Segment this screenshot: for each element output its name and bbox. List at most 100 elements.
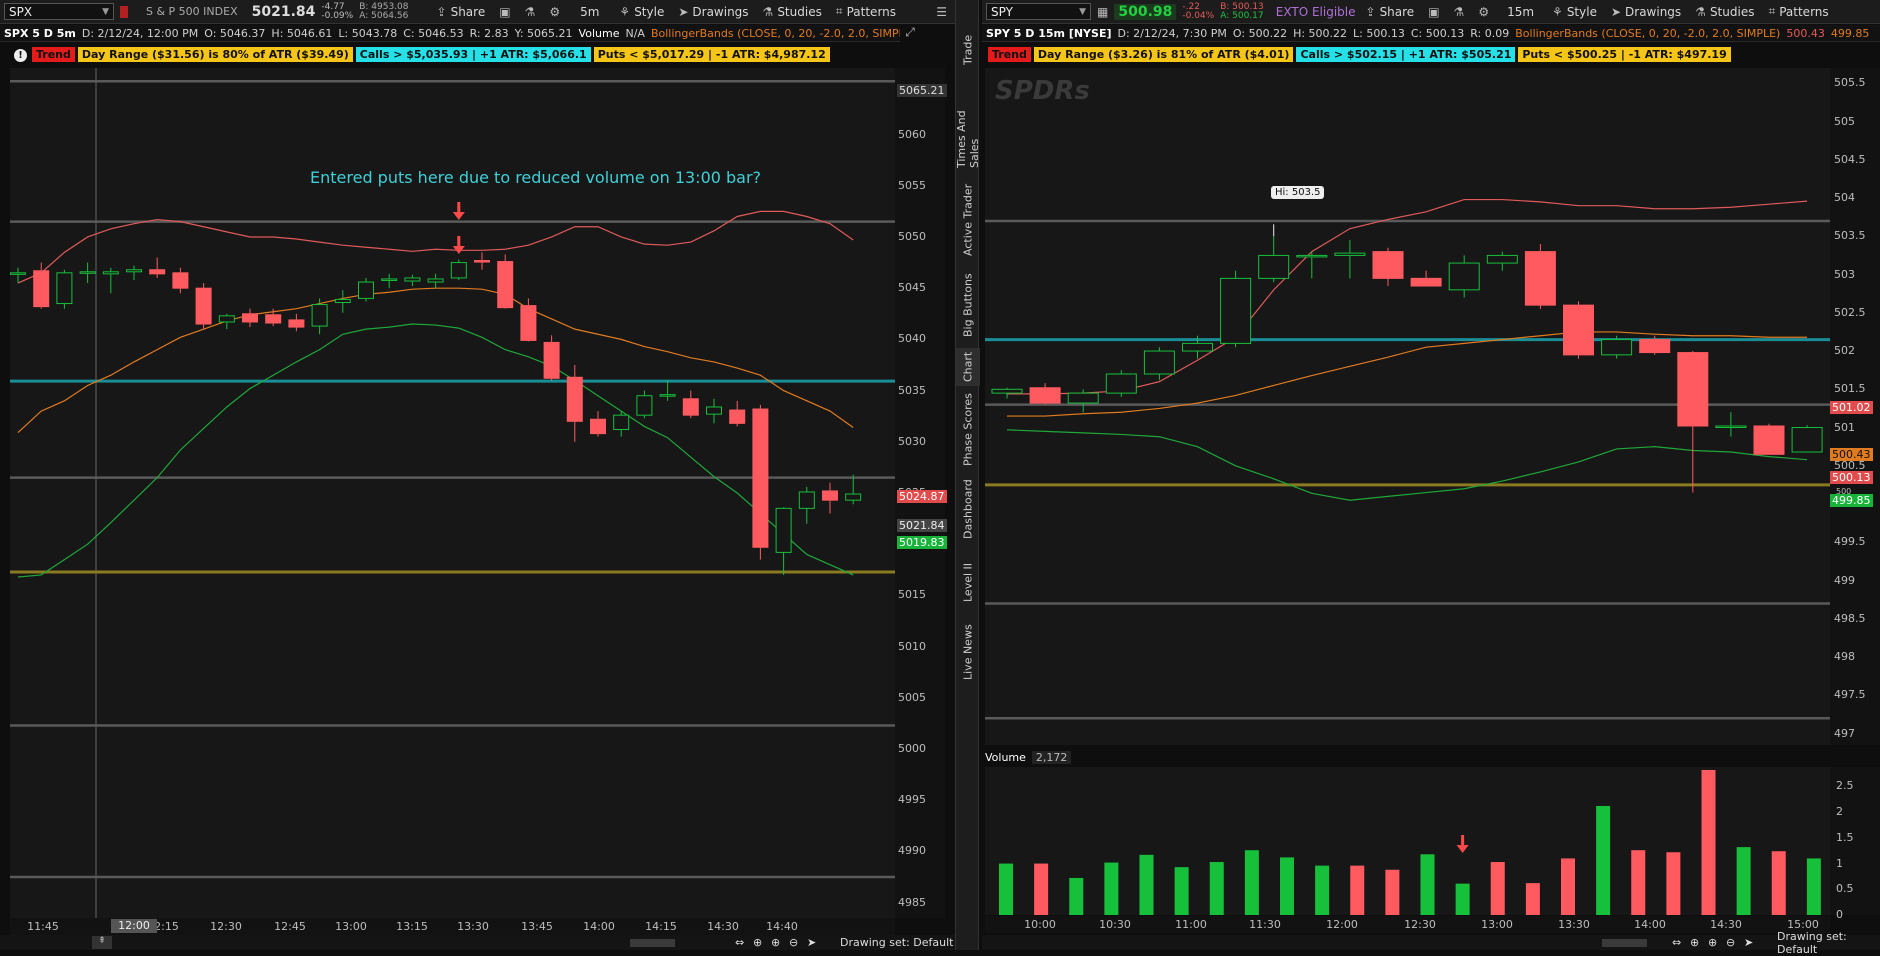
left-price-chart[interactable]	[10, 68, 895, 918]
left-cursor-icon[interactable]: ➤	[807, 936, 816, 949]
left-gear-button[interactable]: ⚙	[545, 2, 564, 22]
right-dayrange-tag: Day Range ($3.26) is 81% of ATR ($4.01)	[1033, 47, 1294, 62]
left-price-tick: 5040	[898, 332, 926, 346]
right-price-tick: 505.5	[1834, 76, 1866, 90]
left-crosshair-icon[interactable]: ⊕	[753, 936, 762, 949]
right-price-tick: 497.5	[1834, 688, 1866, 702]
right-candle-body	[1029, 387, 1061, 404]
right-zoom-out-icon[interactable]: ⊖	[1726, 936, 1735, 949]
left-candle-body	[613, 414, 630, 431]
right-share-button[interactable]: ⇪ Share	[1362, 2, 1419, 22]
right-price-tick: 501.5	[1834, 382, 1866, 396]
share-icon: ⇪	[436, 4, 447, 19]
right-price-chart[interactable]	[985, 68, 1830, 745]
sidebar-tab-active-trader[interactable]: Active Trader	[956, 180, 980, 260]
left-price-axis[interactable]: 5060505550505045504050355030502550205015…	[895, 68, 947, 918]
left-candle-body	[404, 277, 421, 282]
left-candle-body	[775, 507, 792, 553]
left-candle-body	[149, 269, 166, 275]
right-studies-button[interactable]: ⚗ Studies	[1691, 2, 1758, 22]
sidebar-tab-chart[interactable]: Chart	[956, 348, 980, 386]
right-bb1: 500.43	[1786, 26, 1825, 40]
left-studies-button[interactable]: ⚗ Studies	[759, 2, 826, 22]
left-scrollbar[interactable]	[630, 938, 675, 947]
right-pan-icon[interactable]: ⇔	[1672, 936, 1681, 949]
left-pan-icon[interactable]: ⇔	[735, 936, 744, 949]
right-chart-area[interactable]: SPDRs Hi: 503.5	[985, 68, 1830, 745]
right-grid-icon[interactable]: ▦	[1097, 5, 1108, 19]
right-candle-body	[1448, 262, 1480, 291]
left-time-tick: 13:30	[457, 920, 489, 933]
sidebar-tab-trade[interactable]: Trade	[956, 30, 980, 70]
left-volume-label: Volume	[578, 26, 620, 40]
right-candle-body	[1715, 425, 1747, 429]
left-candle-body	[450, 262, 467, 279]
left-symbol-selector[interactable]: SPX ▼	[4, 3, 114, 20]
right-zoom-in-icon[interactable]: ⊕	[1708, 936, 1717, 949]
right-candle-body	[1067, 392, 1099, 404]
left-grid-button[interactable]: ▣	[495, 2, 514, 22]
left-close: C: 5046.53	[403, 26, 464, 40]
left-zoom-in-icon[interactable]: ⊕	[771, 936, 780, 949]
right-patterns-button[interactable]: ⌗ Patterns	[1764, 2, 1832, 22]
left-time-axis[interactable]: 11:45 12:15 12:30 12:45 13:00 13:15 13:30 13:45…	[10, 918, 895, 935]
left-flask-button[interactable]: ⚗	[521, 2, 540, 22]
right-time-tick: 12:00	[1326, 918, 1358, 931]
left-candle-body	[172, 272, 189, 289]
volume-area[interactable]	[985, 767, 1830, 915]
left-style-button[interactable]: ⚘ Style	[615, 2, 668, 22]
left-bidask-block: B: 4953.08 A: 5064.56	[359, 2, 408, 21]
left-candle-body	[474, 260, 490, 263]
left-price-tag-green: 5019.83	[897, 536, 947, 549]
right-price-axis[interactable]: 505.5 505 504.5 504 503.5 503 502.5 502 501.5 501…	[1830, 68, 1880, 745]
volume-chart[interactable]	[985, 767, 1830, 915]
left-interval-button[interactable]: 5m	[576, 2, 603, 22]
right-flask-button[interactable]: ⚗	[1450, 2, 1469, 22]
sidebar-tab-times-and-sales[interactable]: Times And Sales	[955, 80, 981, 168]
alert-icon[interactable]: !	[14, 49, 27, 62]
sidebar-tab-live-news[interactable]: Live News	[956, 618, 980, 686]
left-time-tick: 13:15	[396, 920, 428, 933]
sidebar-tab-big-buttons[interactable]: Big Buttons	[956, 268, 980, 342]
flag-icon[interactable]	[120, 5, 128, 18]
volume-tick: 2.5	[1836, 779, 1854, 793]
right-drawings-label: Drawings	[1625, 4, 1682, 19]
left-puts-tag: Puts < $5,017.29 | -1 ATR: $4,987.12	[593, 47, 830, 62]
right-gear-button[interactable]: ⚙	[1474, 2, 1493, 22]
right-price-tick: 497	[1834, 726, 1855, 740]
right-crosshair-icon[interactable]: ⊕	[1690, 936, 1699, 949]
right-exto[interactable]: EXTO Eligible	[1276, 5, 1356, 19]
left-scroll-handle[interactable]: ⇞	[92, 936, 112, 949]
right-price-tag-green: 499.85	[1830, 494, 1873, 507]
left-menu-button[interactable]: ☰	[932, 2, 951, 22]
left-expand-icon[interactable]: ⤢	[900, 25, 920, 42]
patterns-icon: ⌗	[1768, 4, 1776, 18]
left-zoom-out-icon[interactable]: ⊖	[789, 936, 798, 949]
sidebar-tab-dashboard[interactable]: Dashboard	[956, 474, 980, 544]
volume-annotation-arrow-head	[1456, 845, 1469, 853]
left-chart-area[interactable]: Entered puts here due to reduced volume …	[10, 68, 895, 918]
right-cursor-icon[interactable]: ➤	[1744, 936, 1753, 949]
volume-bar	[1736, 847, 1751, 915]
right-puts-tag: Puts < $500.25 | -1 ATR: $497.19	[1518, 47, 1731, 62]
volume-bar	[1806, 858, 1821, 915]
right-scrollbar[interactable]	[1602, 938, 1647, 947]
left-share-button[interactable]: ⇪ Share	[433, 2, 490, 22]
left-time-tick: 14:15	[645, 920, 677, 933]
sidebar-tab-phase-scores[interactable]: Phase Scores	[956, 392, 980, 468]
right-symbol-selector[interactable]: SPY ▼	[986, 3, 1091, 20]
left-date: D: 2/12/24, 12:00 PM	[81, 26, 199, 40]
right-time-tick: 11:30	[1249, 918, 1281, 931]
left-low: L: 5043.78	[338, 26, 398, 40]
sidebar-tab-level-ii[interactable]: Level II	[956, 552, 980, 612]
right-time-axis[interactable]: 10:00 10:30 11:00 11:30 12:00 12:30 13:00 13:30…	[985, 916, 1830, 933]
right-tags: Trend Day Range ($3.26) is 81% of ATR ($…	[988, 47, 1731, 62]
right-interval-button[interactable]: 15m	[1503, 2, 1538, 22]
left-candle-body	[195, 287, 212, 325]
right-grid-button[interactable]: ▣	[1424, 2, 1443, 22]
right-drawings-button[interactable]: ➤ Drawings	[1607, 2, 1685, 22]
left-patterns-button[interactable]: ⌗ Patterns	[832, 2, 900, 22]
right-price-tick: 503.5	[1834, 229, 1866, 243]
right-style-button[interactable]: ⚘ Style	[1548, 2, 1601, 22]
left-drawings-button[interactable]: ➤ Drawings	[674, 2, 752, 22]
